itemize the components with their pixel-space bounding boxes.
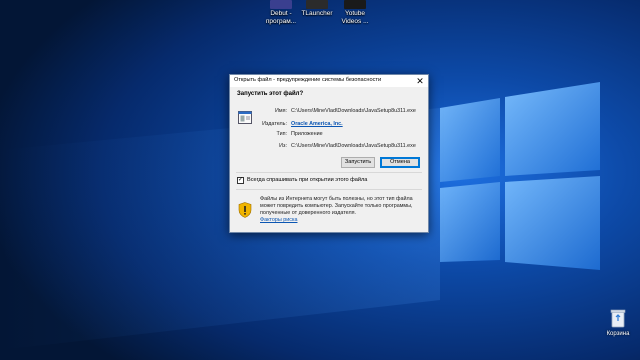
dialog-title: Открыть файл - предупреждение системы бе… xyxy=(234,77,382,83)
dialog-question: Запустить этот файл? xyxy=(237,91,304,97)
dialog-titlebar[interactable]: Открыть файл - предупреждение системы бе… xyxy=(230,75,428,87)
cancel-button[interactable]: Отмена xyxy=(380,157,420,168)
application-file-icon xyxy=(238,111,252,124)
risk-factors-link[interactable]: Факторы риска xyxy=(260,217,297,223)
desktop-icon-youtube-videos[interactable]: Yotube Videos ... xyxy=(330,0,380,26)
run-button[interactable]: Запустить xyxy=(341,157,375,168)
always-ask-checkbox[interactable]: ✓ xyxy=(237,177,244,184)
publisher-link[interactable]: Oracle America, Inc. xyxy=(291,121,343,127)
always-ask-label[interactable]: Всегда спрашивать при открытии этого фай… xyxy=(247,177,367,183)
divider xyxy=(236,189,422,190)
desktop-icon-recycle-bin[interactable]: Корзина xyxy=(600,308,636,337)
from-value: C:\Users\MineVlad\Downloads\JavaSetup8u3… xyxy=(291,143,416,149)
name-value: C:\Users\MineVlad\Downloads\JavaSetup8u3… xyxy=(291,108,416,114)
debut-app-icon xyxy=(270,0,292,9)
type-label: Тип: xyxy=(276,131,287,137)
warning-text: Файлы из Интернета могут быть полезны, н… xyxy=(260,196,413,216)
checkmark-icon: ✓ xyxy=(238,177,244,183)
security-warning-dialog: Открыть файл - предупреждение системы бе… xyxy=(229,74,429,233)
name-label: Имя: xyxy=(275,108,287,114)
publisher-label: Издатель: xyxy=(262,121,287,127)
recycle-bin-icon xyxy=(610,309,626,328)
shield-warning-icon xyxy=(238,202,252,218)
desktop-icon-label: Yotube xyxy=(344,10,365,17)
type-value: Приложение xyxy=(291,131,323,137)
folder-icon xyxy=(344,0,366,9)
desktop-icon-label: програм... xyxy=(265,18,297,25)
close-button[interactable]: ✕ xyxy=(412,75,428,87)
desktop-icon-label: Videos ... xyxy=(341,18,369,25)
from-label: Из: xyxy=(279,143,287,149)
divider xyxy=(236,172,422,173)
tlauncher-app-icon xyxy=(306,0,328,9)
recycle-bin-label: Корзина xyxy=(606,331,630,337)
